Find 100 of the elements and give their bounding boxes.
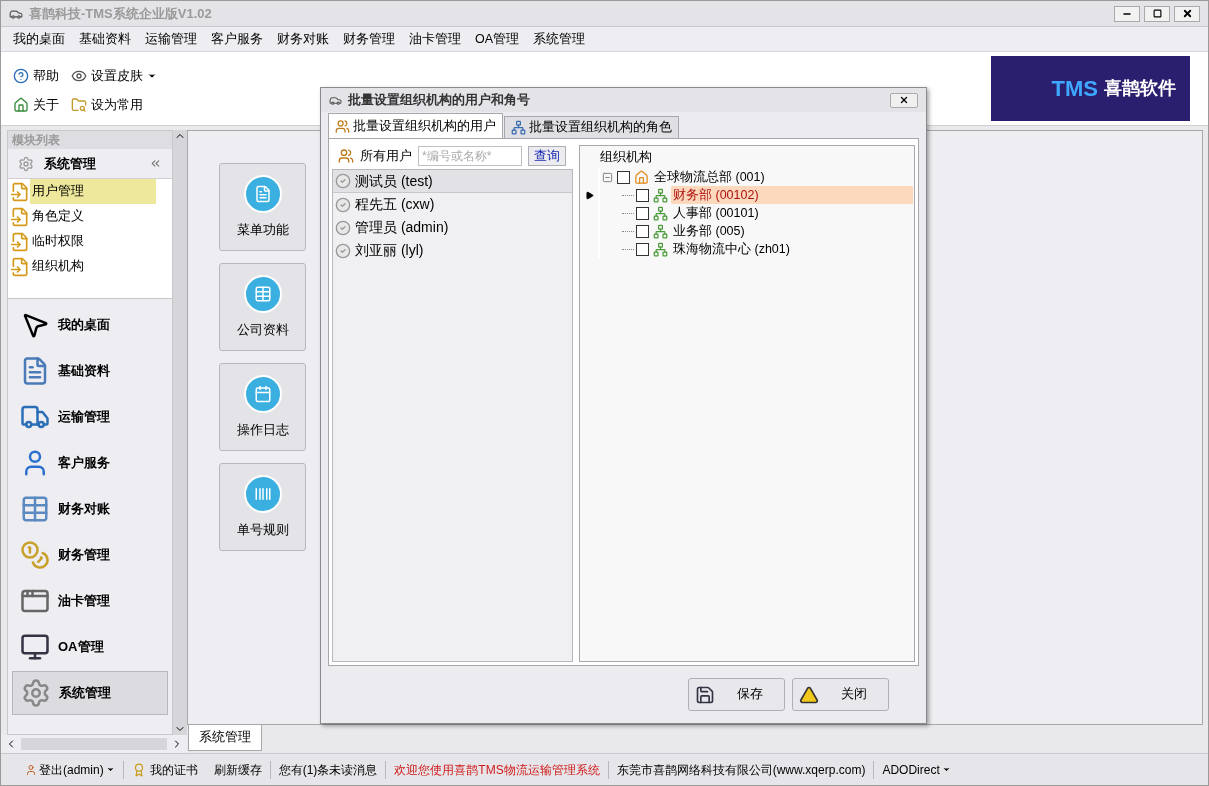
sidebar-item[interactable]: 临时权限 bbox=[30, 229, 156, 254]
user-list-item[interactable]: 测试员 (test) bbox=[333, 170, 572, 193]
caret-icon bbox=[105, 765, 115, 774]
status-item[interactable]: 我的证书 bbox=[149, 760, 198, 779]
user-list-item[interactable]: 程先五 (cxw) bbox=[333, 193, 572, 216]
menu-item[interactable]: 财务管理 bbox=[337, 29, 401, 49]
spreadsheet-icon bbox=[20, 494, 50, 524]
org-chart-icon bbox=[653, 223, 668, 239]
status-item[interactable]: 欢迎您使用喜鹊TMS物流运输管理系统 bbox=[394, 760, 600, 779]
status-item[interactable]: 您有(1)条未读消息 bbox=[278, 760, 378, 779]
status-item[interactable]: ADODirect bbox=[882, 760, 940, 779]
tree-item[interactable]: 业务部 (005) bbox=[671, 221, 747, 241]
logo-text: TMS bbox=[1051, 75, 1098, 103]
toolbar-button[interactable]: 关于 bbox=[13, 95, 59, 115]
close-button[interactable] bbox=[1174, 5, 1200, 22]
gear-icon bbox=[21, 678, 51, 708]
checkbox[interactable] bbox=[617, 170, 630, 184]
dialog-tab[interactable]: 批量设置组织机构的角色 bbox=[504, 116, 679, 138]
vertical-scrollbar[interactable] bbox=[173, 130, 187, 735]
function-tile[interactable]: 单号规则 bbox=[219, 463, 306, 551]
row-pointer-icon bbox=[584, 190, 594, 200]
dialog-button[interactable]: 保存 bbox=[688, 678, 785, 711]
menu-item[interactable]: 运输管理 bbox=[139, 29, 203, 49]
menu-item[interactable]: 系统管理 bbox=[527, 29, 592, 49]
checkbox[interactable] bbox=[636, 224, 649, 238]
scrollbar-thumb[interactable] bbox=[21, 738, 167, 750]
module-button[interactable]: 财务管理 bbox=[12, 533, 168, 577]
status-item[interactable]: 登出(admin) bbox=[39, 760, 104, 779]
table-icon bbox=[253, 284, 272, 303]
menu-item[interactable]: OA管理 bbox=[469, 29, 526, 49]
collapse-icon[interactable] bbox=[149, 157, 162, 170]
module-button[interactable]: OA管理 bbox=[12, 625, 168, 669]
sidebar-item[interactable]: 角色定义 bbox=[30, 204, 156, 229]
maximize-button[interactable] bbox=[1144, 5, 1170, 22]
module-button[interactable]: 我的桌面 bbox=[12, 303, 168, 347]
check-circle-icon bbox=[335, 242, 351, 259]
status-item[interactable]: 刷新缓存 bbox=[213, 760, 262, 779]
user-icon bbox=[25, 763, 37, 776]
caret-icon bbox=[941, 765, 951, 774]
module-button[interactable]: 运输管理 bbox=[12, 395, 168, 439]
search-field[interactable]: *编号或名称* bbox=[418, 146, 522, 166]
sidebar-item[interactable]: 用户管理 bbox=[30, 179, 156, 204]
column-header: 组织机构 bbox=[600, 148, 652, 166]
field-label: 所有用户 bbox=[360, 147, 412, 165]
document-icon bbox=[253, 184, 272, 203]
brand-name: 喜鹊软件 bbox=[1104, 77, 1176, 100]
module-icon bbox=[10, 256, 30, 277]
module-icon bbox=[10, 206, 30, 227]
menu-item[interactable]: 油卡管理 bbox=[403, 29, 467, 49]
user-list-item[interactable]: 刘亚丽 (lyl) bbox=[333, 239, 572, 262]
checkbox[interactable] bbox=[636, 206, 649, 220]
status-item[interactable]: 东莞市喜鹊网络科技有限公司(www.xqerp.com) bbox=[616, 760, 866, 779]
tree-item[interactable]: 珠海物流中心 (zh01) bbox=[671, 239, 792, 259]
group-title: 系统管理 bbox=[44, 154, 96, 173]
org-chart-icon bbox=[653, 205, 668, 221]
document-tab[interactable]: 系统管理 bbox=[188, 725, 262, 751]
menu-item[interactable]: 财务对账 bbox=[271, 29, 335, 49]
function-tile[interactable]: 菜单功能 bbox=[219, 163, 306, 251]
menu-item[interactable]: 客户服务 bbox=[205, 29, 269, 49]
module-button[interactable]: 油卡管理 bbox=[12, 579, 168, 623]
menu-item[interactable]: 基础资料 bbox=[73, 29, 137, 49]
close-icon bbox=[899, 95, 909, 105]
user-list-item[interactable]: 管理员 (admin) bbox=[333, 216, 572, 239]
tree-item[interactable]: 人事部 (00101) bbox=[671, 203, 761, 223]
module-icon bbox=[10, 181, 30, 202]
module-icon bbox=[10, 231, 30, 252]
dialog-button[interactable]: 关闭 bbox=[792, 678, 889, 711]
monitor-icon bbox=[20, 632, 50, 662]
dialog-tab[interactable]: 批量设置组织机构的用户 bbox=[328, 113, 503, 138]
gear-icon bbox=[18, 155, 34, 172]
toolbar-button[interactable]: 帮助 bbox=[13, 66, 59, 86]
tree-item[interactable]: 财务部 (00102) bbox=[671, 185, 913, 205]
panel-header: 模块列表 bbox=[8, 131, 172, 149]
module-button[interactable]: 财务对账 bbox=[12, 487, 168, 531]
users-icon bbox=[335, 118, 350, 134]
maximize-icon bbox=[1152, 9, 1162, 18]
module-button[interactable]: 系统管理 bbox=[12, 671, 168, 715]
toolbar-button[interactable]: 设置皮肤 bbox=[71, 66, 157, 86]
checkbox[interactable] bbox=[636, 188, 649, 202]
close-icon bbox=[1181, 8, 1193, 19]
function-tile[interactable]: 操作日志 bbox=[219, 363, 306, 451]
check-circle-icon bbox=[335, 173, 351, 189]
warning-sign-icon bbox=[799, 684, 819, 705]
minimize-button[interactable] bbox=[1114, 5, 1140, 22]
search-button[interactable]: 查询 bbox=[528, 146, 566, 166]
close-button[interactable] bbox=[890, 92, 918, 108]
function-tile[interactable]: 公司资料 bbox=[219, 263, 306, 351]
checkbox[interactable] bbox=[636, 242, 649, 256]
calendar-icon bbox=[253, 384, 272, 403]
toolbar-button[interactable]: 设为常用 bbox=[71, 95, 143, 115]
module-button[interactable]: 基础资料 bbox=[12, 349, 168, 393]
org-chart-icon bbox=[653, 187, 668, 203]
tree-item[interactable]: 全球物流总部 (001) bbox=[652, 167, 767, 187]
network-icon bbox=[511, 120, 526, 135]
menu-item[interactable]: 我的桌面 bbox=[7, 29, 71, 49]
collapse-icon[interactable] bbox=[602, 171, 613, 183]
window-title: 喜鹊科技-TMS系统企业版V1.02 bbox=[29, 4, 212, 23]
module-button[interactable]: 客户服务 bbox=[12, 441, 168, 485]
house-icon bbox=[634, 169, 649, 185]
sidebar-item[interactable]: 组织机构 bbox=[30, 254, 156, 279]
